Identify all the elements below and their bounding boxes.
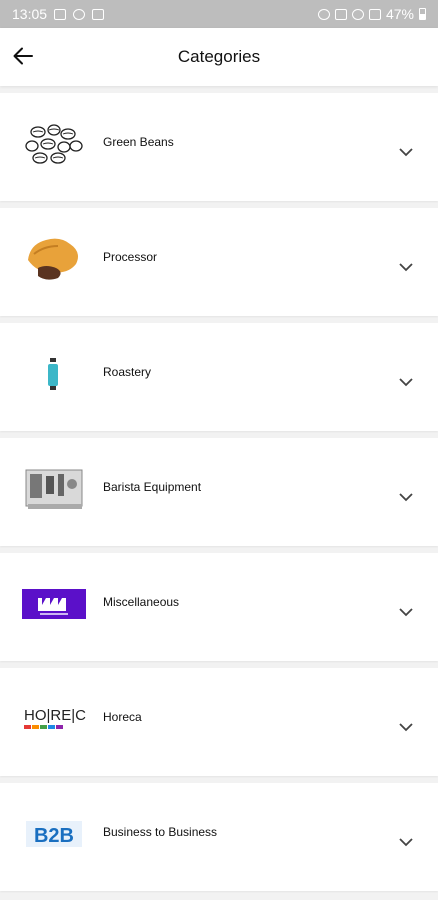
b2b-logo-text: B2B xyxy=(34,825,74,847)
battery-icon xyxy=(419,8,426,20)
coffee-sack-icon xyxy=(22,232,86,286)
category-label: Processor xyxy=(103,250,158,264)
alarm-icon xyxy=(317,8,330,20)
category-label: Horeca xyxy=(103,710,142,724)
category-green-beans[interactable]: Green Beans xyxy=(0,93,438,201)
category-label: Barista Equipment xyxy=(103,480,202,494)
category-label: Green Beans xyxy=(103,135,174,149)
category-label: Miscellaneous xyxy=(103,595,180,609)
chevron-down-icon[interactable] xyxy=(398,147,414,157)
chevron-down-icon[interactable] xyxy=(398,262,414,272)
horeca-logo-icon: HO|RE|CA xyxy=(22,692,86,746)
back-button[interactable] xyxy=(10,42,36,70)
chevron-down-icon[interactable] xyxy=(398,837,414,847)
wifi-icon xyxy=(351,8,364,20)
category-roastery[interactable]: Roastery xyxy=(0,323,438,431)
notification-icon xyxy=(73,8,86,20)
status-bar: 13:05 47% xyxy=(0,0,438,28)
app-bar: Categories xyxy=(0,28,438,86)
gallery-icon xyxy=(54,8,67,20)
mute-icon xyxy=(334,8,347,20)
chevron-down-icon[interactable] xyxy=(398,377,414,387)
shield-icon xyxy=(92,8,105,20)
battery-percent: 47% xyxy=(385,6,414,22)
grinder-icon xyxy=(22,347,86,401)
category-list: Green Beans Processor Roastery Barista E… xyxy=(0,86,438,891)
category-miscellaneous[interactable]: Miscellaneous xyxy=(0,553,438,661)
category-barista-equipment[interactable]: Barista Equipment xyxy=(0,438,438,546)
coffee-beans-icon xyxy=(22,117,86,171)
category-horeca[interactable]: HO|RE|CA Horeca xyxy=(0,668,438,776)
page-title: Categories xyxy=(177,47,261,66)
status-time: 13:05 xyxy=(12,6,48,22)
back-arrow-icon xyxy=(13,47,33,65)
chevron-down-icon[interactable] xyxy=(398,492,414,502)
category-business-to-business[interactable]: B2B Business to Business xyxy=(0,783,438,891)
category-processor[interactable]: Processor xyxy=(0,208,438,316)
b2b-logo-icon: B2B xyxy=(22,807,86,861)
category-label: Business to Business xyxy=(103,825,218,839)
chevron-down-icon[interactable] xyxy=(398,722,414,732)
category-label: Roastery xyxy=(103,365,152,379)
misc-logo-icon xyxy=(22,577,86,631)
horeca-logo-text: HO|RE|CA xyxy=(24,707,86,724)
signal-icon xyxy=(368,8,381,20)
chevron-down-icon[interactable] xyxy=(398,607,414,617)
espresso-machine-icon xyxy=(22,462,86,516)
